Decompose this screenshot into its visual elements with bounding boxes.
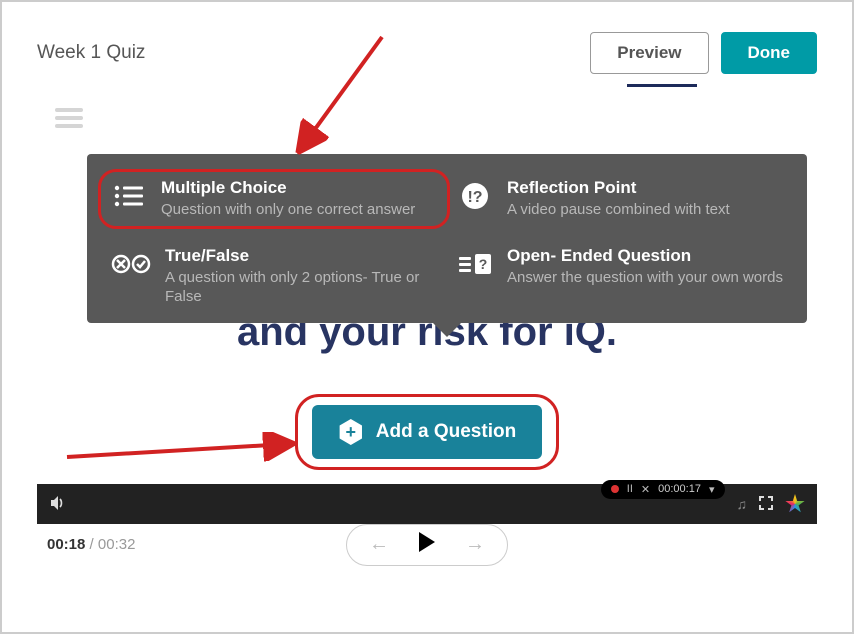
add-question-button[interactable]: + Add a Question <box>312 405 542 459</box>
option-title: Multiple Choice <box>161 178 415 198</box>
kaltura-logo-icon[interactable] <box>785 494 805 514</box>
add-question-highlight: + Add a Question <box>295 394 559 470</box>
option-reflection-point[interactable]: !? Reflection Point A video pause combin… <box>457 178 783 220</box>
option-desc: Question with only one correct answer <box>161 200 415 220</box>
volume-icon[interactable] <box>49 494 67 515</box>
plus-icon: + <box>338 419 364 445</box>
option-desc: A question with only 2 options- True or … <box>165 268 437 307</box>
fullscreen-icon[interactable] <box>759 496 773 513</box>
list-icon <box>111 178 147 214</box>
svg-text:!?: !? <box>467 189 482 206</box>
option-true-false[interactable]: True/False A question with only 2 option… <box>111 246 437 307</box>
record-dot-icon <box>611 485 619 493</box>
playback-controls: ← → <box>346 524 508 566</box>
add-question-label: Add a Question <box>376 421 516 443</box>
time-display: 00:18 / 00:32 <box>47 536 135 553</box>
preview-button[interactable]: Preview <box>590 32 708 74</box>
svg-text:?: ? <box>479 256 488 272</box>
option-multiple-choice[interactable]: Multiple Choice Question with only one c… <box>98 169 450 229</box>
current-time: 00:18 <box>47 536 85 553</box>
done-button[interactable]: Done <box>721 32 818 74</box>
option-title: Reflection Point <box>507 178 730 198</box>
video-area: Tell us a little bit about yourself and … <box>37 94 817 524</box>
music-note-icon[interactable]: ♫ <box>737 496 748 512</box>
header: Week 1 Quiz Preview Done <box>37 32 817 74</box>
option-title: Open- Ended Question <box>507 246 783 266</box>
next-button[interactable]: → <box>465 533 485 556</box>
total-time: 00:32 <box>98 536 136 553</box>
video-control-bar: II ✕ 00:00:17 ▾ ♫ <box>37 484 817 524</box>
option-desc: Answer the question with your own words <box>507 268 783 288</box>
menu-icon[interactable] <box>55 104 83 132</box>
recording-time: 00:00:17 <box>658 483 701 495</box>
playback-row: 00:18 / 00:32 ← → <box>37 524 817 553</box>
option-open-ended[interactable]: ? Open- Ended Question Answer the questi… <box>457 246 783 307</box>
question-type-menu: Multiple Choice Question with only one c… <box>87 154 807 323</box>
open-ended-icon: ? <box>457 246 493 282</box>
recording-indicator: II ✕ 00:00:17 ▾ <box>601 480 725 499</box>
tab-underline <box>627 84 697 87</box>
play-button[interactable] <box>417 531 437 559</box>
true-false-icon <box>111 246 151 282</box>
page-title: Week 1 Quiz <box>37 42 145 64</box>
option-title: True/False <box>165 246 437 266</box>
prev-button[interactable]: ← <box>369 533 389 556</box>
pause-think-icon: !? <box>457 178 493 214</box>
option-desc: A video pause combined with text <box>507 200 730 220</box>
